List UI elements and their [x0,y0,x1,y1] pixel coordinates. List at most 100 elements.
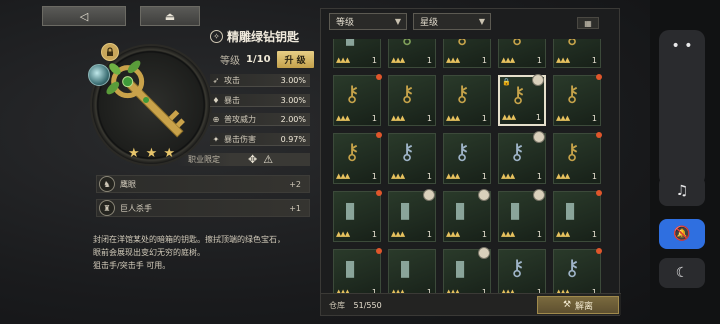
skill-value: +1 [289,203,301,213]
stat-value: 2.00% [280,114,306,124]
rank-chevron-icon: ▲▲▲ [502,113,516,121]
inventory-slot[interactable]: ▮▲▲▲1 [333,39,381,68]
slot-count: 1 [591,56,597,65]
inventory-slot[interactable]: ⚷▲▲▲1 [333,74,382,126]
star-rating: ★ ★ ★ [128,146,175,161]
game-scene: ◁ ⏏ ★ ★ ★ ✧ 精雕绿钻钥匙 等级 1/10 升 级 ➶ 攻击 3.00… [0,0,650,324]
inventory-slot[interactable]: ▮▲▲▲1 [333,248,382,297]
upgrade-button[interactable]: 升 级 [276,51,314,68]
slot-count: 1 [591,172,597,181]
inventory-slot[interactable]: ⚷▲▲▲1 [553,132,602,184]
rank-chevron-icon: ▲▲▲ [556,172,570,180]
stat-row-crit: ♦ 暴击 3.00% [210,94,310,107]
assault-class-icon[interactable]: ⚠ [263,153,273,166]
skill-name: 巨人杀手 [120,203,152,213]
stat-value: 3.00% [280,75,306,85]
moon-icon: ☾ [675,265,689,281]
rank-chevron-icon: ▲▲▲ [391,114,405,122]
key-item-icon: ⚷ [399,140,416,165]
inventory-slot[interactable]: ▮▲▲▲1 [443,189,491,242]
inventory-slot[interactable]: ▮▲▲▲1 [333,190,382,242]
eject-button[interactable]: ⏏ [140,6,200,26]
decompose-button[interactable]: ⚒ 解离 [537,296,619,314]
inventory-slot[interactable]: ⚷▲▲▲1 [333,132,382,184]
inventory-slot[interactable]: ⚷▲▲▲1 [553,248,602,297]
rank-chevron-icon: ▲▲▲ [556,114,570,122]
key-item-icon: ⚷ [564,39,580,49]
card-item-icon: ▮ [454,198,467,223]
equipped-character-avatar-icon [532,74,544,86]
decompose-icon: ⚒ [562,300,572,310]
inventory-slot[interactable]: ▮▲▲▲1 [498,189,546,242]
more-options-button[interactable]: • • [659,30,705,186]
lock-icon[interactable] [101,43,119,61]
new-item-dot-icon [596,190,602,196]
inventory-slot[interactable]: ⚷▲▲▲1 [388,39,436,68]
slot-count: 1 [371,114,377,123]
inventory-slot[interactable]: ⚷▲▲▲1 [443,39,491,68]
slot-count: 1 [481,114,487,123]
key-item-icon: ⚷ [344,140,361,165]
card-item-icon: ▮ [399,256,412,281]
key-item-icon: ⚷ [564,82,581,107]
inventory-slot[interactable]: ⚷▲▲▲1 [443,133,491,184]
inventory-slot[interactable]: ⚷▲▲▲1 [498,249,546,297]
slot-count: 1 [371,230,377,239]
new-item-dot-icon [376,132,382,138]
item-type-icon: ✧ [210,30,223,43]
lock-icon: 🔒 [502,78,511,86]
star-filter-dropdown[interactable]: 星级 ▼ [413,13,491,30]
stat-value: 3.00% [280,95,306,105]
inventory-slot[interactable]: ▮▲▲▲1 [388,189,436,242]
inventory-slot[interactable]: ⚷ ▲▲▲ 1 🔒 [498,74,546,126]
stat-value: 0.97% [280,134,306,144]
slot-count: 1 [426,56,432,65]
inventory-slot[interactable]: ⚷▲▲▲1 [498,39,546,68]
inventory-slot[interactable]: ⚷▲▲▲1 [498,131,546,184]
level-filter-dropdown[interactable]: 等级 ▼ [329,13,407,30]
crit-damage-icon: ✦ [212,134,220,144]
inventory-slot[interactable]: ⚷▲▲▲1 [388,75,436,126]
equipped-character-avatar-icon [478,247,490,259]
inventory-slot[interactable]: ⚷▲▲▲1 [553,39,601,68]
sniper-class-icon[interactable]: ✥ [248,153,257,166]
music-button[interactable]: ♫ [659,176,705,206]
music-note-icon: ♫ [675,183,689,199]
rank-chevron-icon: ▲▲▲ [391,172,405,180]
grid-view-icon[interactable]: ▦ [577,17,599,29]
inventory-grid: ▮▲▲▲1⚷▲▲▲1⚷▲▲▲1⚷▲▲▲1⚷▲▲▲1⚷▲▲▲1⚷▲▲▲1⚷▲▲▲1… [333,39,605,297]
slot-count: 1 [426,114,432,123]
inventory-slot[interactable]: ⚷▲▲▲1 [443,75,491,126]
normal-attack-icon: ⊕ [212,114,220,124]
rank-chevron-icon: ▲▲▲ [446,56,460,64]
stat-name: 攻击 [224,75,240,85]
skill-row-giant-slayer[interactable]: ♜ 巨人杀手 +1 [96,199,310,217]
new-item-dot-icon [596,74,602,80]
night-mode-button[interactable]: ☾ [659,258,705,288]
inventory-slot[interactable]: ⚷ ▲▲▲ 1 [388,133,436,184]
slot-count: 1 [426,172,432,181]
slot-count: 1 [536,230,542,239]
key-item-icon: ⚷ [509,256,526,281]
rank-chevron-icon: ▲▲▲ [501,230,515,238]
system-sidebar: • • ♫ 🔕 ☾ [650,0,720,324]
mute-notifications-button[interactable]: 🔕 [659,219,705,249]
attack-icon: ➶ [212,75,220,85]
inventory-slot[interactable]: ▮▲▲▲1 [388,249,436,297]
rank-chevron-icon: ▲▲▲ [446,230,460,238]
rank-chevron-icon: ▲▲▲ [336,56,350,64]
back-button[interactable]: ◁ [42,6,126,26]
inventory-slot[interactable]: ▮▲▲▲1 [443,247,491,297]
slot-count: 1 [371,172,377,181]
inventory-slot[interactable]: ▮▲▲▲1 [553,190,602,242]
new-item-dot-icon [376,248,382,254]
equipped-character-avatar-icon [533,131,545,143]
rank-chevron-icon: ▲▲▲ [391,230,405,238]
description-line: 封闭在洋馆某处的暗箱的钥匙。擦拭顶端的绿色宝石， [93,235,285,244]
inventory-slot[interactable]: ⚷▲▲▲1 [553,74,602,126]
rank-chevron-icon: ▲▲▲ [391,56,405,64]
card-item-icon: ▮ [344,198,357,223]
skill-value: +2 [289,179,301,189]
class-limit-row: 职业限定 ✥ ⚠ [178,153,310,166]
skill-row-eagle-eye[interactable]: ♞ 鹰眼 +2 [96,175,310,193]
